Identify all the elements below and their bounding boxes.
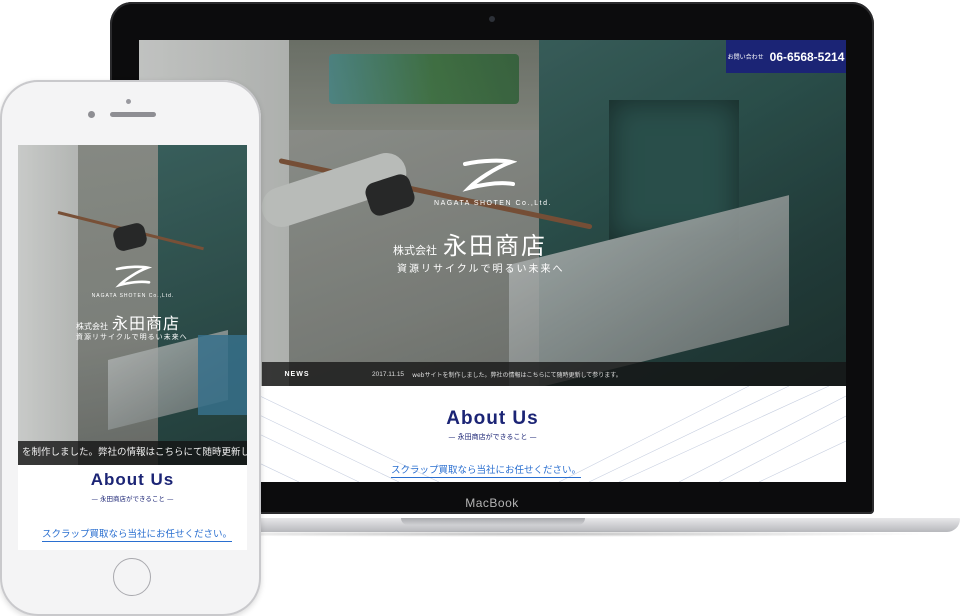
laptop-camera [489, 16, 495, 22]
company-name-text: 永田商店 [112, 314, 181, 333]
company-logo-icon [462, 158, 517, 192]
phone-camera [88, 111, 95, 118]
phone-screen: NAGATA SHOTEN Co.,Ltd. 株式会社 永田商店 資源リサイクル… [18, 145, 247, 550]
phone-speaker [110, 112, 156, 117]
company-logo-icon [115, 265, 152, 288]
phone-volume-up [0, 175, 1, 209]
phone-volume-down [0, 218, 1, 252]
company-name: 株式会社 永田商店 [76, 310, 180, 334]
tagline: 資源リサイクルで明るい未来へ [76, 333, 188, 341]
company-type-label: 株式会社 [76, 322, 108, 331]
contact-phone[interactable]: 06-6568-5214 [770, 50, 845, 64]
news-bar[interactable]: を制作しました。弊社の情報はこちらにて随時更新して参 [18, 441, 247, 465]
contact-button[interactable]: お問い合わせ 06-6568-5214 [726, 40, 846, 73]
hero-image: NAGATA SHOTEN Co.,Ltd. 株式会社 永田商店 資源リサイクル… [18, 145, 247, 465]
news-bar[interactable]: NEWS 2017.11.15 webサイトを制作しました。弊社の情報はこちらに… [262, 362, 846, 386]
company-name-text: 永田商店 [443, 232, 547, 260]
about-title: About Us [90, 470, 175, 489]
scrap-purchase-link[interactable]: スクラップ買取なら当社にお任せください。 [42, 526, 233, 542]
news-text[interactable]: を制作しました。弊社の情報はこちらにて随時更新して参 [18, 441, 247, 465]
company-name-english: NAGATA SHOTEN Co.,Ltd. [434, 200, 552, 207]
company-name-english: NAGATA SHOTEN Co.,Ltd. [91, 293, 175, 299]
phone-sensor [126, 99, 131, 104]
about-subtitle: — 永田商店ができること — [91, 495, 174, 503]
scrap-purchase-link[interactable]: スクラップ買取なら当社にお任せください。 [391, 462, 582, 478]
contact-label: お問い合わせ [727, 54, 764, 61]
phone-home-button[interactable] [113, 558, 151, 596]
phone-mute-switch [0, 140, 1, 158]
tagline: 資源リサイクルで明るい未来へ [397, 264, 565, 275]
news-text[interactable]: webサイトを制作しました。弊社の情報はこちらにて随時更新して参ります。 [412, 370, 622, 379]
laptop-notch [401, 518, 585, 525]
company-type-label: 株式会社 [393, 244, 437, 257]
news-date: 2017.11.15 [372, 370, 405, 378]
company-name: 株式会社 永田商店 [393, 226, 547, 261]
news-label: NEWS [284, 370, 310, 378]
